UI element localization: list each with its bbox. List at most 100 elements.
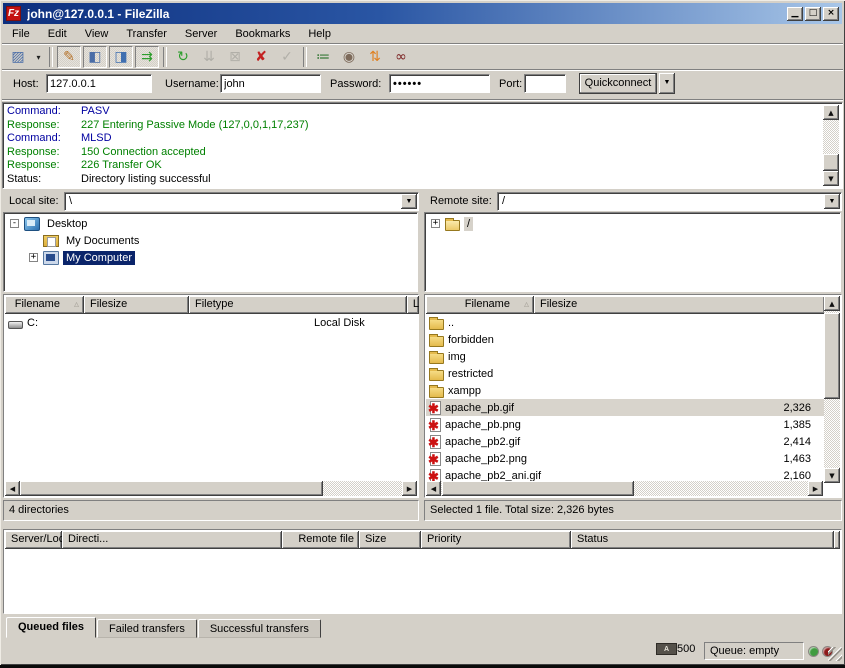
port-label: Port: (499, 78, 522, 90)
tab[interactable]: Failed transfers (97, 619, 197, 638)
column-header[interactable]: Priority (421, 531, 571, 549)
file-name: apache_pb.png (445, 419, 521, 431)
minimize-button[interactable]: ▁ (787, 7, 803, 21)
local-site-combobox[interactable]: \ ▼ (64, 192, 419, 211)
cancel-button[interactable]: ⊠ (223, 46, 247, 68)
file-row[interactable]: apache_pb.gif 2,326 (426, 399, 825, 416)
scrollbar-thumb[interactable] (824, 313, 840, 399)
message-log: Command:PASV Response:227 Entering Passi… (2, 102, 843, 189)
local-horizontal-scrollbar[interactable] (5, 481, 417, 496)
file-row[interactable]: apache_pb.png 1,385 (426, 416, 825, 433)
find-files-button[interactable]: ∞ (389, 46, 413, 68)
scrollbar-thumb[interactable] (442, 481, 634, 496)
file-row[interactable]: img (426, 348, 825, 365)
scroll-left-button[interactable] (5, 481, 20, 496)
tree-expander-icon[interactable]: + (29, 253, 38, 262)
file-row[interactable]: apache_pb2.png 1,463 (426, 450, 825, 467)
folder-icon (429, 319, 444, 330)
column-header[interactable]: Server/Local file (5, 531, 62, 549)
disconnect-button[interactable]: ✘ (249, 46, 273, 68)
scroll-left-button[interactable] (426, 481, 441, 496)
scroll-down-button[interactable] (823, 171, 839, 186)
file-row[interactable]: apache_pb2.gif 2,414 (426, 433, 825, 450)
remote-site-combobox[interactable]: / ▼ (497, 192, 842, 211)
column-header[interactable]: Filename (426, 296, 534, 314)
quickconnect-button[interactable]: Quickconnect (579, 73, 657, 94)
port-input[interactable] (524, 74, 566, 93)
scroll-up-button[interactable] (824, 296, 840, 311)
toggle-message-log-button[interactable]: ✎ (57, 46, 81, 68)
site-manager-button[interactable]: ▨ (6, 46, 30, 68)
scroll-right-button[interactable] (808, 481, 823, 496)
menu-item[interactable]: Transfer (117, 27, 176, 42)
process-queue-button[interactable]: ⇊ (197, 46, 221, 68)
tree-item[interactable]: + / (425, 215, 840, 232)
speed-limit-icon[interactable]: 500 (677, 643, 695, 655)
ascii-data-type-icon[interactable]: A (656, 643, 677, 655)
tab[interactable]: Successful transfers (198, 619, 321, 638)
directory-filter-button[interactable]: ≔ (311, 46, 335, 68)
local-site-path: \ (69, 195, 72, 207)
queue-header: Server/Local fileDirecti...Remote fileSi… (5, 531, 840, 549)
file-row[interactable]: forbidden (426, 331, 825, 348)
file-row[interactable]: restricted (426, 365, 825, 382)
scrollbar-thumb[interactable] (20, 481, 323, 496)
column-header[interactable]: Status (571, 531, 834, 549)
file-row[interactable]: .. (426, 314, 825, 331)
resize-grip[interactable] (828, 647, 842, 661)
window-title: john@127.0.0.1 - FileZilla (27, 7, 785, 21)
chevron-down-icon[interactable]: ▼ (824, 194, 840, 209)
column-header[interactable]: Remote file (282, 531, 359, 549)
scrollbar-thumb[interactable] (823, 154, 839, 171)
site-manager-dropdown-button[interactable]: ▾ (32, 46, 45, 68)
log-scrollbar[interactable] (823, 105, 839, 186)
reconnect-button[interactable]: ✓ (275, 46, 299, 68)
tree-expander-icon[interactable]: - (10, 219, 19, 228)
menu-item[interactable]: Bookmarks (226, 27, 299, 42)
password-input[interactable] (389, 74, 490, 93)
column-header[interactable]: Filesize (84, 296, 189, 314)
scroll-up-button[interactable] (823, 105, 839, 120)
column-header[interactable]: Size (359, 531, 421, 549)
close-button[interactable]: × (823, 7, 839, 21)
synchronized-browsing-button[interactable]: ⇅ (363, 46, 387, 68)
queue-tabs: Queued filesFailed transfersSuccessful t… (3, 616, 842, 638)
refresh-button[interactable]: ↻ (171, 46, 195, 68)
remote-horizontal-scrollbar[interactable] (426, 481, 823, 496)
quickconnect-bar: Host: Username: Password: Port: Quickcon… (3, 71, 842, 98)
column-header[interactable]: Filesize (534, 296, 825, 314)
column-header[interactable]: Filetype (189, 296, 407, 314)
remote-vertical-scrollbar[interactable] (824, 296, 840, 483)
menu-item[interactable]: Edit (39, 27, 76, 42)
tree-item-label: / (464, 217, 473, 231)
tree-item[interactable]: + My Computer (4, 249, 417, 266)
toggle-local-tree-button[interactable]: ◧ (83, 46, 107, 68)
compare-directories-button[interactable]: ◉ (337, 46, 361, 68)
username-input[interactable] (220, 74, 321, 93)
column-header[interactable]: Directi... (62, 531, 282, 549)
column-header[interactable]: Filename (5, 296, 84, 314)
maximize-button[interactable]: □ (805, 7, 821, 21)
titlebar: Fz john@127.0.0.1 - FileZilla ▁□× (3, 3, 842, 24)
scroll-right-button[interactable] (402, 481, 417, 496)
tree-expander-icon[interactable]: + (431, 219, 440, 228)
tree-item-label: Desktop (44, 217, 90, 231)
tab[interactable]: Queued files (6, 617, 96, 638)
column-header[interactable]: L (407, 296, 419, 314)
file-row[interactable]: C: Local Disk (5, 314, 419, 331)
tree-item[interactable]: My Documents (4, 232, 417, 249)
log-line-type: Response: (7, 119, 81, 133)
tree-item[interactable]: - Desktop (4, 215, 417, 232)
menu-item[interactable]: File (3, 27, 39, 42)
chevron-down-icon[interactable]: ▼ (401, 194, 417, 209)
quickconnect-dropdown-button[interactable]: ▼ (659, 73, 675, 94)
column-header[interactable] (834, 531, 840, 549)
menu-item[interactable]: View (76, 27, 118, 42)
host-input[interactable] (46, 74, 152, 93)
file-row[interactable]: xampp (426, 382, 825, 399)
scroll-down-button[interactable] (824, 468, 840, 483)
menu-item[interactable]: Help (299, 27, 340, 42)
toggle-remote-tree-button[interactable]: ◨ (109, 46, 133, 68)
menu-item[interactable]: Server (176, 27, 226, 42)
toggle-transfer-queue-button[interactable]: ⇉ (135, 46, 159, 68)
